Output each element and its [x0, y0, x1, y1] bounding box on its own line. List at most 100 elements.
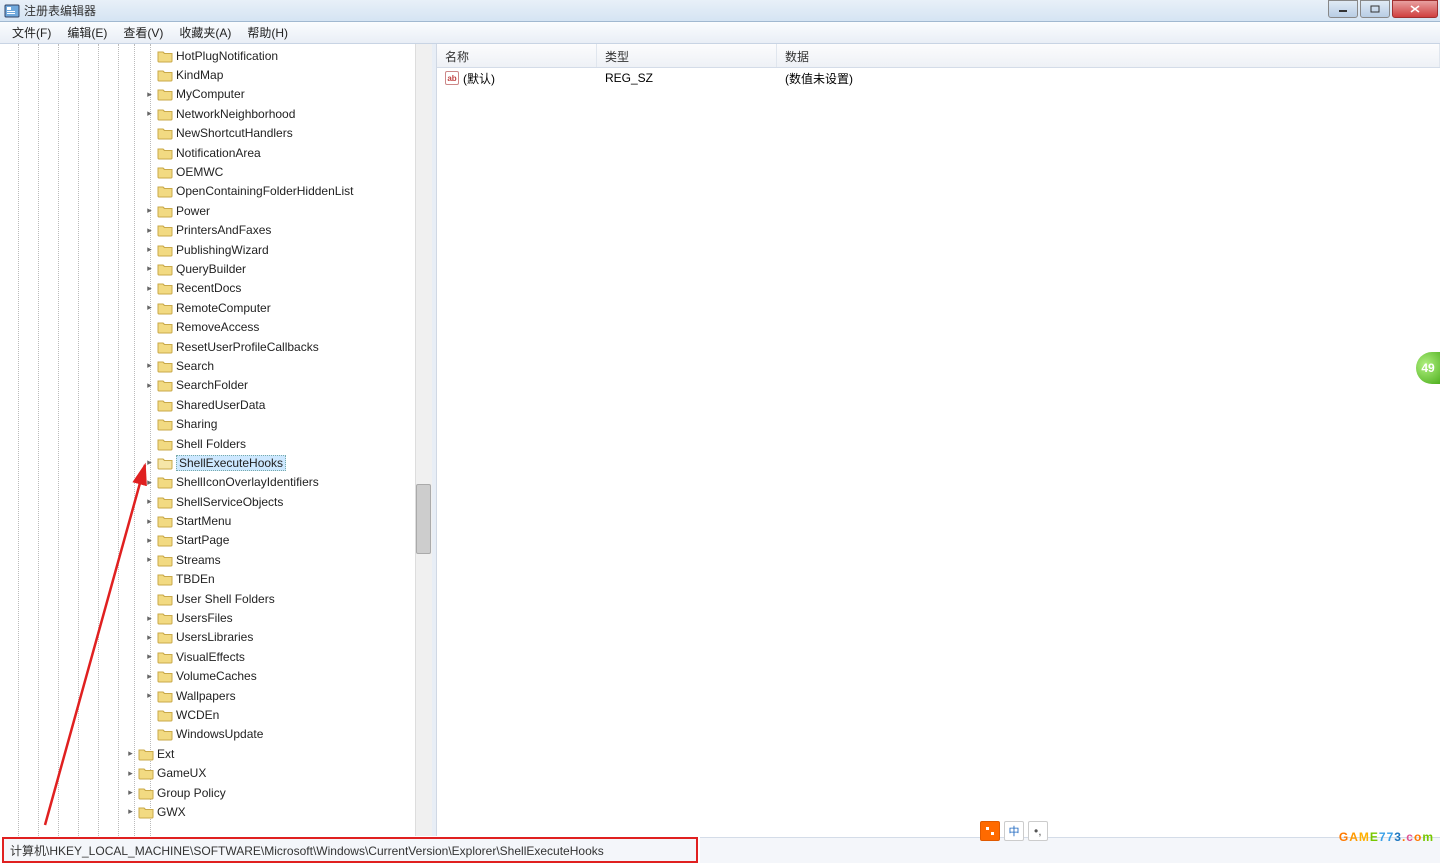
- tree-item-label: NotificationArea: [176, 146, 261, 160]
- tree-item[interactable]: ▸PrintersAndFaxes: [0, 221, 432, 240]
- tree-item[interactable]: Shell Folders: [0, 434, 432, 453]
- folder-icon: [157, 437, 173, 451]
- tree-item-label: VolumeCaches: [176, 669, 257, 683]
- expander-icon[interactable]: ▸: [144, 554, 155, 565]
- watermark: GAME773.com: [1339, 815, 1434, 849]
- expander-icon[interactable]: ▸: [144, 205, 155, 216]
- expander-icon[interactable]: ▸: [144, 225, 155, 236]
- tree-item-label: MyComputer: [176, 87, 245, 101]
- tree-item-label: KindMap: [176, 68, 223, 82]
- expander-icon[interactable]: ▸: [125, 748, 136, 759]
- col-name[interactable]: 名称: [437, 44, 597, 67]
- folder-icon: [157, 184, 173, 198]
- tree-item-label: Group Policy: [157, 786, 226, 800]
- folder-icon: [157, 378, 173, 392]
- tree-item[interactable]: NotificationArea: [0, 143, 432, 162]
- tree-item[interactable]: NewShortcutHandlers: [0, 124, 432, 143]
- expander-icon[interactable]: ▸: [144, 360, 155, 371]
- expander-icon[interactable]: ▸: [144, 244, 155, 255]
- menu-view[interactable]: 查看(V): [115, 22, 171, 43]
- tree-item[interactable]: ▸ Group Policy: [0, 783, 432, 802]
- expander-icon[interactable]: ▸: [144, 477, 155, 488]
- tree-item[interactable]: ▸RecentDocs: [0, 279, 432, 298]
- menu-file[interactable]: 文件(F): [4, 22, 59, 43]
- tree-item[interactable]: OpenContainingFolderHiddenList: [0, 182, 432, 201]
- expander-icon[interactable]: ▸: [144, 671, 155, 682]
- expander-icon[interactable]: ▸: [144, 651, 155, 662]
- tree-item[interactable]: ▸Search: [0, 356, 432, 375]
- expander-icon[interactable]: ▸: [144, 535, 155, 546]
- tree-item[interactable]: OEMWC: [0, 162, 432, 181]
- expander-icon[interactable]: ▸: [144, 302, 155, 313]
- tree-item[interactable]: ▸ QueryBuilder: [0, 259, 432, 278]
- menu-help[interactable]: 帮助(H): [239, 22, 296, 43]
- tree-item[interactable]: ▸Wallpapers: [0, 686, 432, 705]
- expander-icon[interactable]: ▸: [144, 283, 155, 294]
- expander-icon[interactable]: ▸: [144, 457, 155, 468]
- expander-icon[interactable]: ▸: [125, 768, 136, 779]
- tree-item[interactable]: ResetUserProfileCallbacks: [0, 337, 432, 356]
- tree-item[interactable]: ▸ShellIconOverlayIdentifiers: [0, 473, 432, 492]
- tree-item[interactable]: ▸Ext: [0, 744, 432, 763]
- tree-item[interactable]: Sharing: [0, 414, 432, 433]
- tree-item[interactable]: ▸RemoteComputer: [0, 298, 432, 317]
- tree-item[interactable]: ▸VisualEffects: [0, 647, 432, 666]
- tree-item[interactable]: ▸ShellServiceObjects: [0, 492, 432, 511]
- tree-item[interactable]: WindowsUpdate: [0, 725, 432, 744]
- expander-icon[interactable]: ▸: [125, 787, 136, 798]
- col-data[interactable]: 数据: [777, 44, 1440, 67]
- tree-item[interactable]: ▸Streams: [0, 550, 432, 569]
- tree-item[interactable]: User Shell Folders: [0, 589, 432, 608]
- tree-item[interactable]: TBDEn: [0, 570, 432, 589]
- tree-item[interactable]: ▸NetworkNeighborhood: [0, 104, 432, 123]
- tree-item[interactable]: ▸ MyComputer: [0, 85, 432, 104]
- expander-icon[interactable]: ▸: [144, 380, 155, 391]
- tree-item[interactable]: ▸ StartMenu: [0, 511, 432, 530]
- tree-item[interactable]: WCDEn: [0, 705, 432, 724]
- ime-lang[interactable]: 中: [1004, 821, 1024, 841]
- folder-icon: [157, 689, 173, 703]
- registry-tree[interactable]: HotPlugNotificationKindMap▸MyComputer▸Ne…: [0, 44, 432, 822]
- expander-icon[interactable]: ▸: [144, 613, 155, 624]
- expander-icon[interactable]: ▸: [144, 496, 155, 507]
- ime-punct[interactable]: •,: [1028, 821, 1048, 841]
- ime-switcher[interactable]: [980, 821, 1000, 841]
- svg-text:•,: •,: [1034, 825, 1042, 837]
- expander-icon[interactable]: ▸: [144, 89, 155, 100]
- tree-item-label: QueryBuilder: [176, 262, 246, 276]
- expander-icon[interactable]: ▸: [144, 690, 155, 701]
- tree-item[interactable]: ▸Power: [0, 201, 432, 220]
- tree-item[interactable]: RemoveAccess: [0, 317, 432, 336]
- tree-scrollbar[interactable]: [415, 44, 432, 836]
- tree-item[interactable]: KindMap: [0, 65, 432, 84]
- tree-item[interactable]: ▸UsersLibraries: [0, 628, 432, 647]
- scrollbar-thumb[interactable]: [416, 484, 431, 554]
- menu-edit[interactable]: 编辑(E): [59, 22, 115, 43]
- tree-item[interactable]: ▸GWX: [0, 802, 432, 821]
- tree-item[interactable]: ▸UsersFiles: [0, 608, 432, 627]
- minimize-button[interactable]: [1328, 0, 1358, 18]
- menu-favorites[interactable]: 收藏夹(A): [171, 22, 239, 43]
- col-type[interactable]: 类型: [597, 44, 777, 67]
- tree-item-label: StartMenu: [176, 514, 231, 528]
- tree-item-label: StartPage: [176, 533, 229, 547]
- tree-item[interactable]: ▸GameUX: [0, 763, 432, 782]
- tree-item[interactable]: ▸ StartPage: [0, 531, 432, 550]
- expander-icon[interactable]: ▸: [144, 516, 155, 527]
- maximize-button[interactable]: [1360, 0, 1390, 18]
- tree-item[interactable]: ▸PublishingWizard: [0, 240, 432, 259]
- tree-item[interactable]: HotPlugNotification: [0, 46, 432, 65]
- tree-item[interactable]: SharedUserData: [0, 395, 432, 414]
- expander-icon[interactable]: ▸: [144, 263, 155, 274]
- tree-item[interactable]: ▸SearchFolder: [0, 376, 432, 395]
- folder-icon: [157, 398, 173, 412]
- expander-icon[interactable]: ▸: [144, 108, 155, 119]
- close-button[interactable]: [1392, 0, 1438, 18]
- value-row[interactable]: ab (默认) REG_SZ (数值未设置): [437, 68, 1440, 88]
- tree-item[interactable]: ▸ VolumeCaches: [0, 667, 432, 686]
- expander-icon[interactable]: ▸: [144, 632, 155, 643]
- value-data: (数值未设置): [777, 70, 1440, 87]
- tree-item[interactable]: ▸ShellExecuteHooks: [0, 453, 432, 472]
- folder-icon: [157, 68, 173, 82]
- expander-icon[interactable]: ▸: [125, 806, 136, 817]
